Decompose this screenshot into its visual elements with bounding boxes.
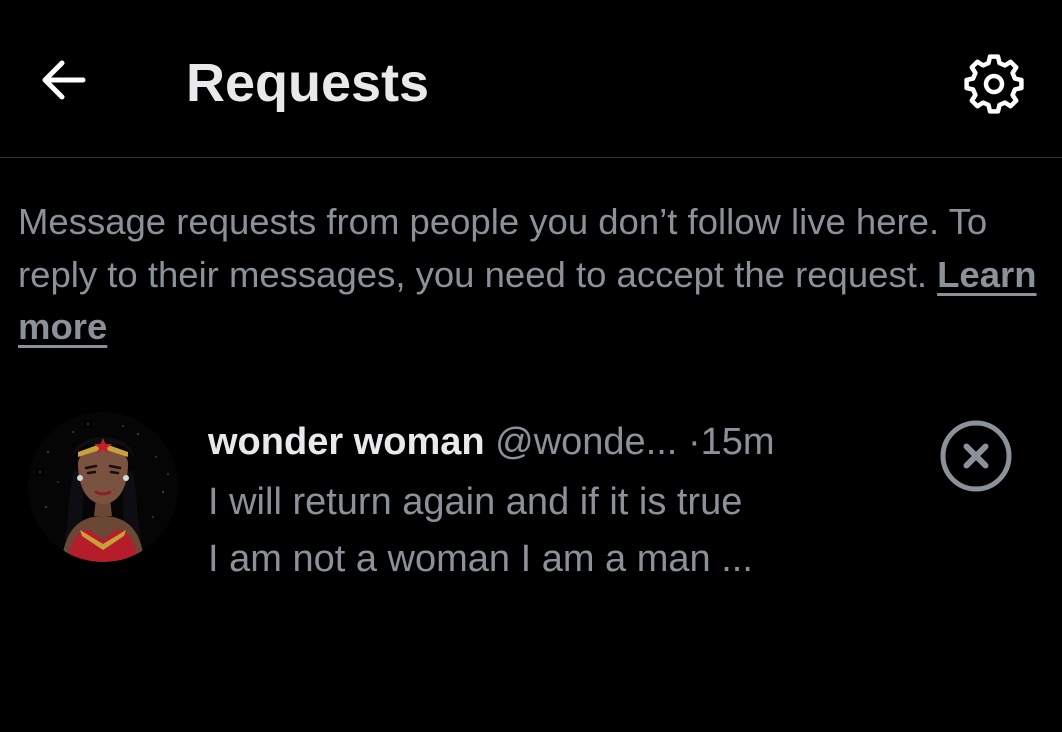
message-preview: I will return again and if it is true I … bbox=[208, 474, 908, 588]
page-title: Requests bbox=[186, 53, 430, 113]
gear-icon bbox=[964, 54, 1024, 114]
message-preview-line: I am not a woman I am a man ... bbox=[208, 538, 753, 580]
request-meta: wonder woman @wonde... ·15m bbox=[208, 418, 775, 466]
wonder-woman-avatar bbox=[28, 412, 178, 562]
author-name[interactable]: wonder woman bbox=[208, 421, 485, 463]
requests-info-text: Message requests from people you don’t f… bbox=[18, 201, 988, 295]
close-circle-icon bbox=[940, 420, 1012, 492]
avatar[interactable] bbox=[28, 412, 178, 562]
back-button[interactable] bbox=[30, 52, 94, 108]
dismiss-request-button[interactable] bbox=[936, 416, 1016, 496]
message-preview-line: I will return again and if it is true bbox=[208, 481, 743, 523]
message-request-item[interactable]: wonder woman @wonde... ·15m I will retur… bbox=[0, 400, 1062, 600]
meta-separator: · bbox=[687, 421, 701, 463]
message-timestamp: 15m bbox=[700, 421, 775, 463]
author-handle[interactable]: @wonde... bbox=[495, 421, 677, 463]
settings-button[interactable] bbox=[960, 50, 1028, 118]
arrow-left-icon bbox=[42, 60, 86, 100]
requests-info: Message requests from people you don’t f… bbox=[18, 196, 1048, 354]
top-bar: Requests bbox=[0, 0, 1062, 158]
